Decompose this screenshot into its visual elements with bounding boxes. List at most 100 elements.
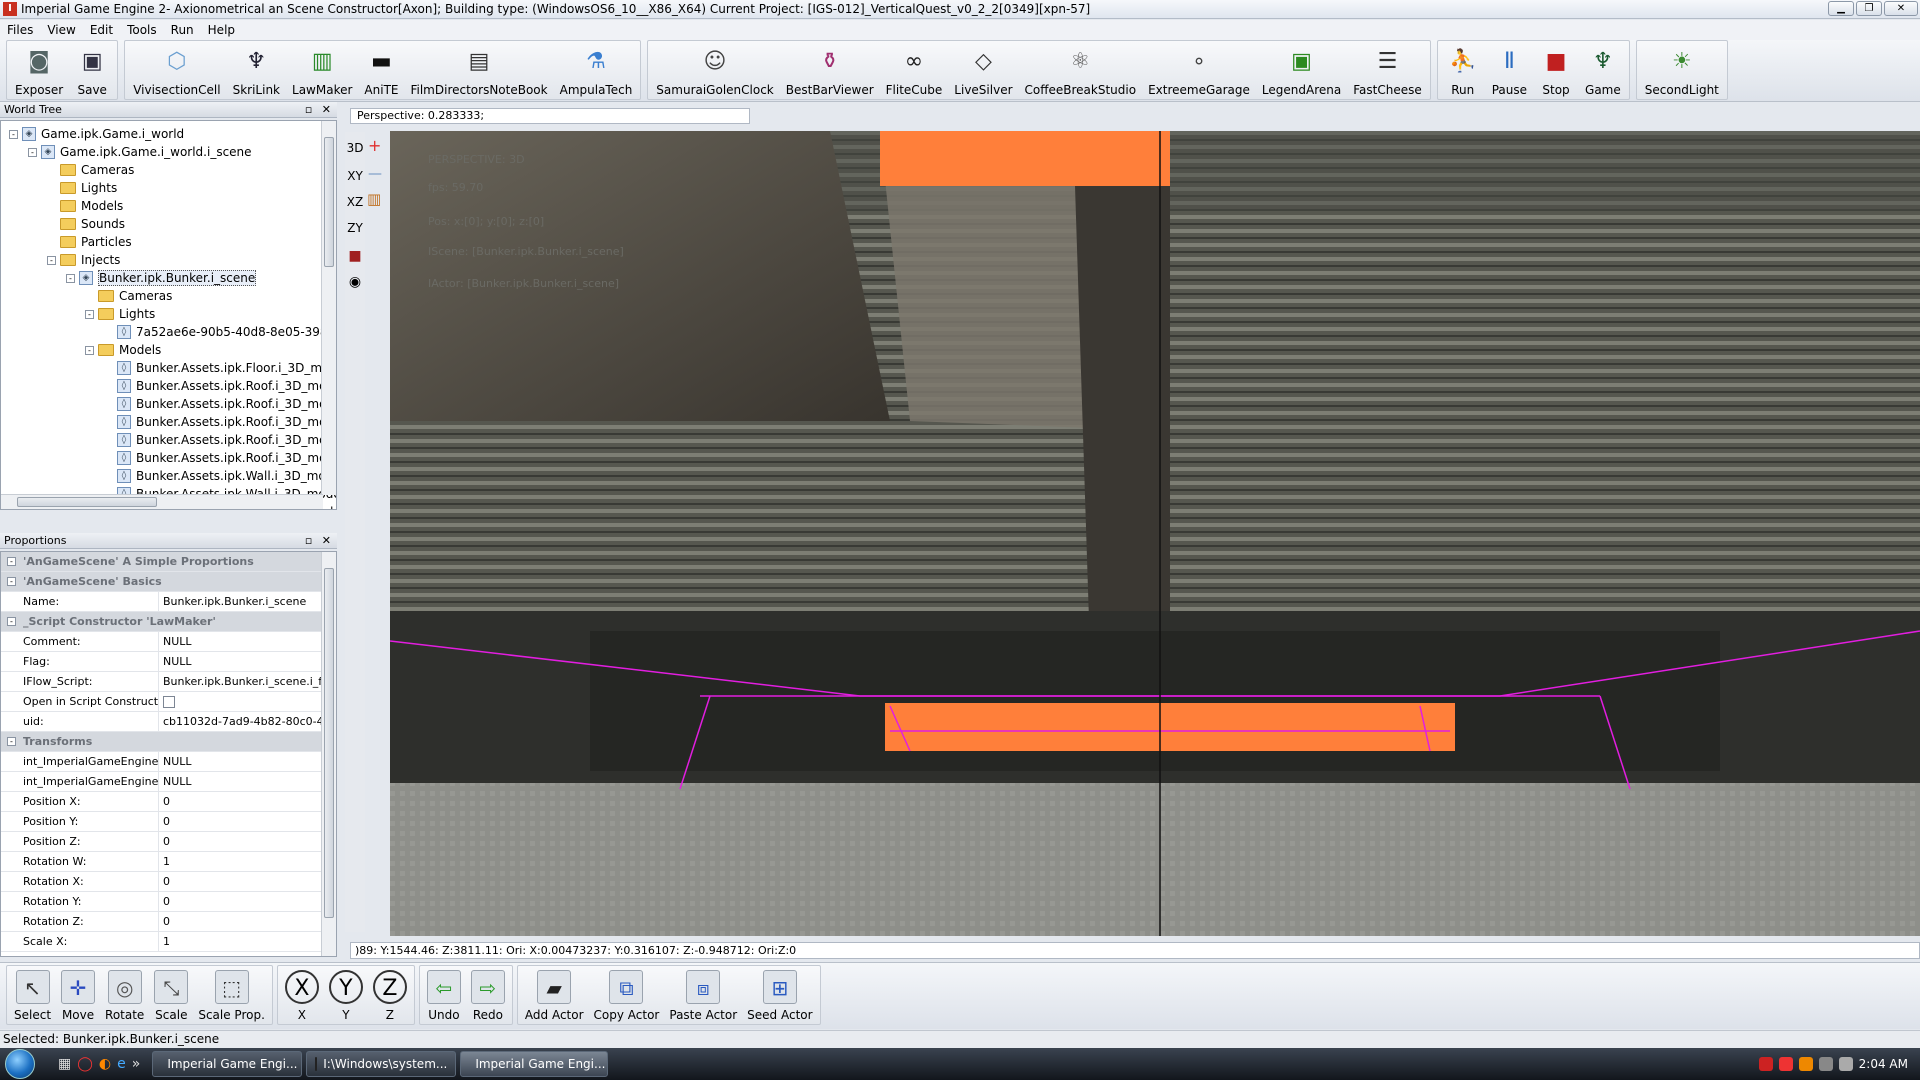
property-value[interactable]: 0 (159, 912, 321, 931)
opera-icon[interactable]: ◯ (77, 1056, 93, 1072)
property-value[interactable]: 0 (159, 892, 321, 911)
world-tree-panel-buttons[interactable]: ▫ ✕ (305, 102, 334, 118)
property-value[interactable]: 0 (159, 832, 321, 851)
property-value[interactable]: Bunker.ipk.Bunker.i_scene.i_flo (159, 672, 321, 691)
tray-alert-icon[interactable] (1778, 1057, 1793, 1071)
ie-icon[interactable]: e (117, 1056, 126, 1072)
tray-antivirus-icon[interactable] (1758, 1057, 1773, 1071)
tray-warning-icon[interactable] (1798, 1057, 1813, 1071)
3d-viewport[interactable]: PERSPECTIVE: 3D fps: 59.70 Pos: x:[0]; y… (390, 131, 1920, 936)
category-expander[interactable]: - (7, 577, 16, 586)
property-category[interactable]: - Transforms (1, 732, 321, 752)
tree-node[interactable]: Cameras (47, 161, 134, 179)
tree-node[interactable]: ◊ Bunker.Assets.ipk.Roof.i_3D_mode (104, 449, 336, 467)
undo-button[interactable]: ⇦ Undo (422, 966, 466, 1024)
category-expander[interactable]: - (7, 737, 16, 746)
game-button[interactable]: ♆ Game (1579, 41, 1627, 99)
tree-node[interactable]: - ◈ Game.ipk.Game.i_world (9, 125, 184, 143)
menu-edit[interactable]: Edit (83, 20, 120, 40)
tree-expander[interactable]: - (28, 147, 37, 157)
menu-run[interactable]: Run (164, 20, 201, 40)
exposer-button[interactable]: ◙ Exposer (9, 41, 69, 99)
show-desktop-icon[interactable]: ▦ (58, 1056, 71, 1072)
property-value[interactable]: NULL (159, 652, 321, 671)
property-value[interactable]: 1 (159, 932, 321, 951)
property-row[interactable]: Comment: NULL (1, 632, 321, 652)
tree-node[interactable]: Lights (47, 179, 117, 197)
tree-node[interactable]: - Injects (47, 251, 120, 269)
property-row[interactable]: uid: cb11032d-7ad9-4b82-80c0-4a5 (1, 712, 321, 732)
tree-node[interactable]: ◊ Bunker.Assets.ipk.Roof.i_3D_mode (104, 377, 336, 395)
property-row[interactable]: Name: Bunker.ipk.Bunker.i_scene (1, 592, 321, 612)
building-icon[interactable]: ▥ (367, 190, 381, 208)
property-value[interactable]: 1 (159, 852, 321, 871)
fastcheese-button[interactable]: ☰ FastCheese (1347, 41, 1428, 99)
tree-expander[interactable]: - (47, 255, 56, 265)
checkbox[interactable] (163, 696, 175, 708)
tree-node[interactable]: Models (47, 197, 123, 215)
property-category[interactable]: - 'AnGameScene' Basics (1, 572, 321, 592)
anite-button[interactable]: ▬ AniTE (358, 41, 404, 99)
seed-actor-button[interactable]: ⊞ Seed Actor (742, 966, 817, 1024)
view-zy-button[interactable]: ZY (345, 218, 365, 238)
tree-node[interactable]: ◊ Bunker.Assets.ipk.Roof.i_3D_mode (104, 413, 336, 431)
property-row[interactable]: IFlow_Script: Bunker.ipk.Bunker.i_scene.i… (1, 672, 321, 692)
property-row[interactable]: Scale X: 1 (1, 932, 321, 952)
tree-node[interactable]: Particles (47, 233, 132, 251)
property-value[interactable]: NULL (159, 752, 321, 771)
tree-node[interactable]: ◊ Bunker.Assets.ipk.Roof.i_3D_mode (104, 431, 336, 449)
tree-expander[interactable]: - (9, 129, 18, 139)
view-xz-button[interactable]: XZ (345, 192, 365, 212)
y-button[interactable]: YY (324, 966, 368, 1024)
menu-tools[interactable]: Tools (120, 20, 164, 40)
tree-node[interactable]: Sounds (47, 215, 125, 233)
property-vscroll[interactable] (321, 552, 336, 956)
property-row[interactable]: Position Z: 0 (1, 832, 321, 852)
tree-node[interactable]: Cameras (85, 287, 172, 305)
property-value[interactable]: 0 (159, 792, 321, 811)
tree-node[interactable]: ◊ 7a52ae6e-90b5-40d8-8e05-398f0f6 (104, 323, 336, 341)
view-3d-button[interactable]: 3D (345, 138, 365, 158)
tree-expander[interactable]: - (66, 273, 75, 283)
firefox-icon[interactable]: ◐ (99, 1056, 111, 1072)
property-value[interactable]: 0 (159, 872, 321, 891)
eye-icon[interactable]: ◉ (345, 272, 365, 292)
property-row[interactable]: Position X: 0 (1, 792, 321, 812)
property-value[interactable]: Bunker.ipk.Bunker.i_scene (159, 592, 321, 611)
filmdirectorsnotebook-button[interactable]: ▤ FilmDirectorsNoteBook (404, 41, 553, 99)
scale-prop--button[interactable]: ⬚ Scale Prop. (193, 966, 270, 1024)
tree-expander[interactable]: - (85, 309, 94, 319)
secondlight-button[interactable]: ☀ SecondLight (1639, 41, 1725, 99)
save-button[interactable]: ▣ Save (69, 41, 115, 99)
taskbar-task[interactable]: Imperial Game Engi... (460, 1051, 609, 1077)
tree-node[interactable]: - Models (85, 341, 161, 359)
pause-button[interactable]: Ⅱ Pause (1486, 41, 1533, 99)
add-actor-button[interactable]: ▰ Add Actor (520, 966, 589, 1024)
tray-volume-icon[interactable] (1838, 1057, 1853, 1071)
lawmaker-button[interactable]: ▥ LawMaker (286, 41, 358, 99)
property-value[interactable]: NULL (159, 632, 321, 651)
property-value[interactable] (159, 692, 321, 711)
tree-node[interactable]: ◊ Bunker.Assets.ipk.Floor.i_3D_mode (104, 359, 336, 377)
scroll-thumb[interactable] (324, 568, 334, 918)
maximize-button[interactable]: ❐ (1856, 1, 1882, 16)
redo-button[interactable]: ⇨ Redo (466, 966, 510, 1024)
extreemegarage-button[interactable]: ∘ ExtreemeGarage (1142, 41, 1256, 99)
tree-expander[interactable]: - (85, 345, 94, 355)
x-button[interactable]: XX (280, 966, 324, 1024)
tree-node[interactable]: - ◈ Game.ipk.Game.i_world.i_scene (28, 143, 252, 161)
samuraigolenclock-button[interactable]: ☺ SamuraiGolenClock (650, 41, 779, 99)
paste-actor-button[interactable]: ⧈ Paste Actor (664, 966, 742, 1024)
taskbar-task[interactable]: I:\Windows\system... (306, 1051, 457, 1077)
menu-files[interactable]: Files (0, 20, 40, 40)
scale-button[interactable]: ⤡ Scale (149, 966, 193, 1024)
coffeebreakstudio-button[interactable]: ⚛ CoffeeBreakStudio (1019, 41, 1143, 99)
scroll-thumb[interactable] (17, 497, 157, 507)
property-row[interactable]: int_ImperialGameEngine2 NULL (1, 772, 321, 792)
ampulatech-button[interactable]: ⚗ AmpulaTech (554, 41, 639, 99)
scroll-thumb[interactable] (324, 137, 334, 267)
rotate-button[interactable]: ◎ Rotate (100, 966, 149, 1024)
tree-node[interactable]: ◊ Bunker.Assets.ipk.Wall.i_3D_mode (104, 467, 336, 485)
legendarena-button[interactable]: ▣ LegendArena (1256, 41, 1347, 99)
property-row[interactable]: Open in Script Constructo (1, 692, 321, 712)
